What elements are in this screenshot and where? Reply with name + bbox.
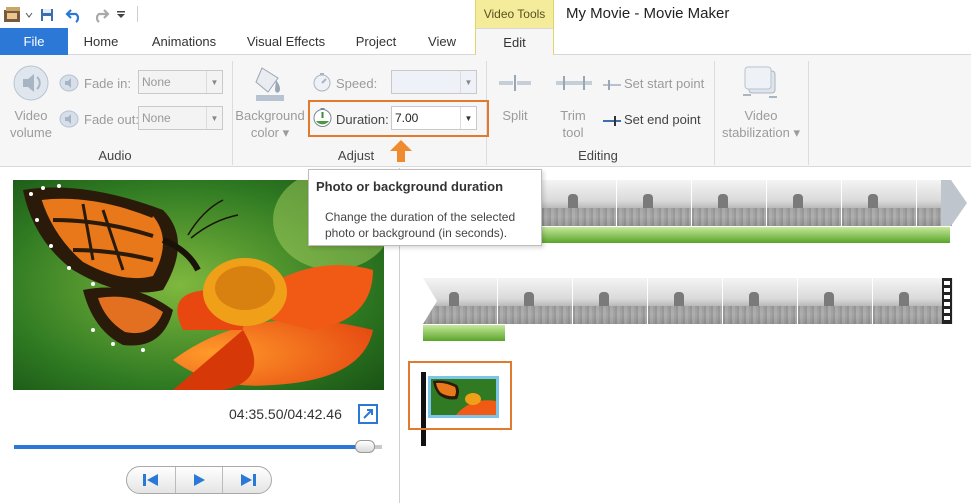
qat-divider [137, 6, 138, 22]
clip-start-notch-icon [423, 278, 437, 324]
fade-in-dropdown[interactable]: None ▼ [138, 70, 223, 94]
chevron-down-icon: ▼ [206, 71, 222, 93]
speed-dropdown[interactable]: ▼ [391, 70, 477, 94]
previous-frame-icon [143, 474, 158, 486]
set-start-point-icon[interactable] [602, 78, 622, 90]
editing-group-label: Editing [578, 148, 618, 163]
movie-maker-app-icon[interactable] [2, 5, 24, 25]
window-title: My Movie - Movie Maker [566, 5, 730, 22]
trim-tool-label: Trim tool [560, 108, 586, 140]
trim-tool-icon[interactable] [555, 75, 593, 91]
clip-continuation-arrow-icon [941, 180, 967, 226]
title-bar: Video Tools My Movie - Movie Maker [0, 0, 971, 30]
fade-out-value: None [142, 111, 171, 125]
tooltip-body: Change the duration of the selected phot… [325, 210, 516, 240]
seek-bar-thumb[interactable] [354, 440, 375, 453]
video-volume-icon[interactable] [11, 63, 51, 103]
audio-group-label: Audio [98, 148, 132, 163]
speed-icon [312, 72, 332, 92]
next-frame-button[interactable] [224, 467, 272, 493]
set-end-point-icon[interactable] [602, 114, 622, 126]
video-stabilization-label: Video stabilization ▾ [721, 108, 801, 140]
tab-project[interactable]: Project [345, 28, 407, 55]
group-divider [232, 61, 233, 165]
fade-in-value: None [142, 75, 171, 89]
video-volume-label: Video volume [10, 108, 52, 140]
set-end-point-label[interactable]: Set end point [624, 112, 701, 127]
fade-in-label: Fade in: [84, 76, 131, 91]
adjust-group-label: Adjust [337, 148, 375, 163]
duration-highlight-box [308, 100, 489, 137]
fade-out-dropdown[interactable]: None ▼ [138, 106, 223, 130]
background-color-label: Background color ▾ [235, 108, 305, 140]
customize-qat-icon[interactable] [115, 5, 127, 25]
duration-tooltip: Photo or background duration Change the … [308, 169, 542, 246]
chevron-down-icon: ▼ [206, 107, 222, 129]
split-label: Split [502, 108, 528, 123]
fade-out-label: Fade out: [84, 112, 139, 127]
play-button[interactable] [175, 467, 223, 493]
set-start-point-label[interactable]: Set start point [624, 76, 704, 91]
ribbon-tab-row: File Home Animations Visual Effects Proj… [0, 28, 971, 56]
tooltip-title: Photo or background duration [316, 179, 504, 194]
fade-out-icon [59, 110, 81, 128]
redo-icon[interactable] [90, 5, 112, 25]
tab-view[interactable]: View [414, 28, 470, 55]
background-color-icon[interactable] [254, 64, 286, 102]
chevron-down-icon: ▼ [460, 71, 476, 93]
previous-frame-button[interactable] [127, 467, 175, 493]
playback-timecode: 04:35.50/04:42.46 [229, 406, 342, 422]
tab-edit[interactable]: Edit [475, 28, 554, 56]
audio-track-2[interactable] [423, 325, 505, 341]
seek-bar-progress [14, 445, 365, 449]
undo-icon[interactable] [63, 5, 85, 25]
arrow-up-icon [389, 139, 413, 168]
speed-label: Speed: [336, 76, 378, 91]
audio-track-1[interactable] [542, 227, 950, 243]
save-icon[interactable] [37, 5, 57, 25]
film-sprocket-strip [942, 278, 952, 324]
playback-controls [126, 466, 272, 494]
video-tools-header: Video Tools [475, 0, 554, 28]
photo-clip-highlight-box [408, 361, 512, 430]
tab-animations[interactable]: Animations [139, 28, 229, 55]
tab-file[interactable]: File [0, 28, 68, 55]
video-stabilization-icon[interactable] [741, 65, 779, 99]
group-divider [808, 61, 809, 165]
next-frame-icon [241, 474, 256, 486]
tab-home[interactable]: Home [70, 28, 132, 55]
tab-visual-effects[interactable]: Visual Effects [236, 28, 336, 55]
split-icon[interactable] [498, 75, 532, 91]
play-icon [194, 474, 205, 486]
video-clip-2[interactable] [423, 278, 953, 324]
video-clip-1[interactable] [542, 180, 952, 226]
movie-maker-window: Video Tools My Movie - Movie Maker File … [0, 0, 971, 503]
fullscreen-icon[interactable] [358, 404, 378, 424]
seek-bar[interactable] [14, 440, 382, 453]
app-menu-chevron-icon[interactable] [24, 5, 34, 25]
fade-in-icon [59, 74, 81, 92]
group-divider [714, 61, 715, 165]
